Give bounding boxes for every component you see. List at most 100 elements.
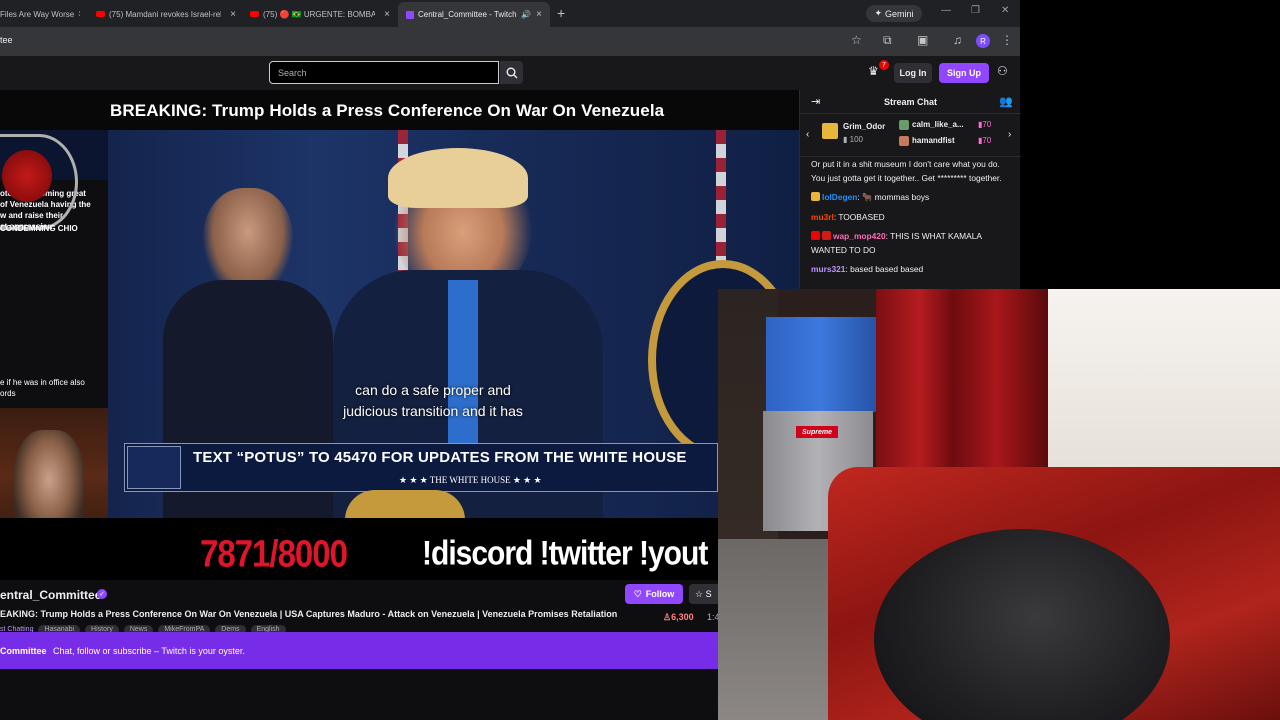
chat-username[interactable]: mu3rl (811, 212, 834, 222)
message-text: : based based based (845, 264, 924, 274)
profile-avatar[interactable]: R (976, 34, 990, 48)
banner-text: TEXT “POTUS” TO 45470 FOR UPDATES FROM T… (193, 449, 687, 466)
address-bar: tee ☆ ⧉ ▣ ♫ ⋮ (0, 27, 1020, 56)
avatar (899, 120, 909, 130)
person-hair (388, 148, 528, 208)
login-label: Log In (899, 68, 927, 78)
browser-tab-bar: Files Are Way Worse × (75) Mamdani revok… (0, 0, 1020, 27)
chat-panel: ⇥ Stream Chat 👥 ‹ Grim_Odor ▮ 100 calm_l… (799, 90, 1021, 290)
badge-icon (811, 231, 820, 240)
headline-text: BREAKING: Trump Holds a Press Conference… (110, 101, 665, 120)
caption: can do a safe proper and judicious trans… (320, 380, 546, 422)
close-icon[interactable]: × (226, 9, 236, 20)
heart-icon: ♡ (633, 588, 642, 599)
menu-icon[interactable]: ⋮ (1001, 33, 1013, 47)
gifter-name[interactable]: Grim_Odor (843, 122, 885, 131)
chat-username[interactable]: wap_mop420 (833, 231, 886, 241)
browser-tab[interactable]: (75) 🔴 🇧🇷 URGENTE: BOMBARDEIO × (250, 4, 390, 24)
viewer-count: ♙6,300 (663, 612, 694, 623)
person-icon: ♙ (663, 612, 672, 622)
webcam-window: Supreme (718, 289, 1280, 720)
profile-initial: R (980, 36, 986, 46)
message-text: : 🐂 mommas boys (857, 192, 930, 202)
twitch-icon (406, 10, 414, 19)
search-input[interactable]: Search (269, 61, 499, 84)
gifter-count: ▮ 100 (843, 135, 863, 144)
search-icon (506, 67, 517, 78)
gifter-count: ▮70 (978, 136, 992, 145)
tab-label: (75) Mamdani revokes Israel-related (109, 9, 221, 19)
avatar (899, 136, 909, 146)
gift-leaderboard: ‹ Grim_Odor ▮ 100 calm_like_a... ▮70 ham… (800, 115, 1021, 157)
prime-crown-icon[interactable]: ♛ (868, 64, 879, 78)
chat-header: ⇥ Stream Chat 👥 (800, 90, 1021, 114)
caption-line: can do a safe proper and (355, 382, 511, 398)
new-tab-icon[interactable]: + (557, 5, 565, 21)
close-icon[interactable]: × (532, 9, 542, 20)
badge-icon (811, 192, 820, 201)
caption-line: judicious transition and it has (343, 403, 523, 419)
overlay-bottom-text: e if he was in office also ords (0, 377, 85, 399)
gifter-count-value: 100 (849, 135, 863, 144)
chat-title: Stream Chat (883, 97, 937, 107)
gemini-button[interactable]: ✦ Gemini (866, 5, 922, 22)
channel-name[interactable]: entral_Committee (0, 588, 101, 602)
subscribe-button[interactable]: ☆ S (689, 584, 718, 604)
subscribe-label: S (705, 589, 712, 599)
gifter-name[interactable]: hamandfist (912, 136, 955, 145)
message-text: : TOOBASED (833, 211, 885, 222)
page-bottom (0, 669, 718, 720)
extensions-icon[interactable]: ⧉ (883, 33, 892, 48)
chat-messages: Or put it in a shit museum I don't care … (811, 158, 1011, 283)
viewer-count-value: 6,300 (671, 612, 694, 622)
gemini-label: Gemini (885, 8, 914, 19)
rose-logo-icon (2, 150, 52, 202)
tab-label: Central_Committee - Twitch (418, 10, 517, 19)
webcam-boxes (766, 317, 876, 412)
browser-tab-active[interactable]: Central_Committee - Twitch 🔊 × (398, 2, 550, 27)
follow-button[interactable]: ♡ Follow (625, 584, 683, 604)
chevron-right-icon[interactable]: › (1008, 129, 1011, 140)
browser-tab[interactable]: (75) Mamdani revokes Israel-related × (96, 4, 236, 24)
chat-message: wap_mop420: THIS IS WHAT KAMALA WANTED T… (811, 230, 1011, 257)
overlay-line: e if he was in office also (0, 378, 85, 387)
gifter-count-value: 70 (982, 120, 992, 129)
chat-username[interactable]: lolDegen (822, 192, 857, 202)
login-button[interactable]: Log In (894, 63, 932, 83)
promo-channel: Committee (0, 646, 47, 656)
search-button[interactable] (500, 61, 523, 84)
webcam-curtain (876, 289, 1048, 479)
sparkle-icon: ✦ (874, 8, 883, 18)
gifter-name[interactable]: calm_like_a... (912, 120, 964, 129)
stream-title: EAKING: Trump Holds a Press Conference O… (0, 609, 618, 619)
maximize-icon[interactable]: ❐ (971, 5, 980, 16)
follow-label: Follow (645, 589, 675, 599)
browser-tab[interactable]: Files Are Way Worse × (0, 4, 80, 24)
signup-label: Sign Up (947, 68, 981, 78)
chevron-left-icon[interactable]: ‹ (806, 129, 809, 140)
headline-bar: BREAKING: Trump Holds a Press Conference… (0, 90, 799, 130)
media-icon[interactable]: ♫ (953, 33, 962, 47)
tab-label: (75) 🔴 🇧🇷 URGENTE: BOMBARDEIO (263, 9, 375, 19)
gift-icon (822, 123, 838, 139)
notification-badge: 7 (879, 60, 889, 70)
close-window-icon[interactable]: ✕ (1001, 5, 1009, 16)
signup-button[interactable]: Sign Up (939, 63, 989, 83)
sidepanel-icon[interactable]: ▣ (917, 33, 928, 47)
minimize-icon[interactable]: — (941, 5, 951, 16)
overlay-line: ords (0, 389, 16, 398)
url-text[interactable]: tee (0, 35, 13, 45)
banner-subtext: ★ ★ ★ THE WHITE HOUSE ★ ★ ★ (399, 475, 542, 485)
users-icon[interactable]: 👥 (999, 95, 1013, 108)
chat-username[interactable]: murs321 (811, 264, 845, 274)
speaker-icon[interactable]: 🔊 (517, 10, 531, 19)
youtube-icon (250, 11, 259, 17)
close-icon[interactable]: × (74, 9, 80, 20)
white-house-logo (127, 446, 181, 489)
star-icon[interactable]: ☆ (851, 33, 862, 47)
presidential-seal (345, 490, 465, 520)
gifter-count: ▮70 (978, 120, 992, 129)
user-icon[interactable]: ⚇ (997, 64, 1008, 78)
close-icon[interactable]: × (380, 9, 390, 20)
video-player[interactable]: BREAKING: Trump Holds a Press Conference… (0, 90, 799, 580)
